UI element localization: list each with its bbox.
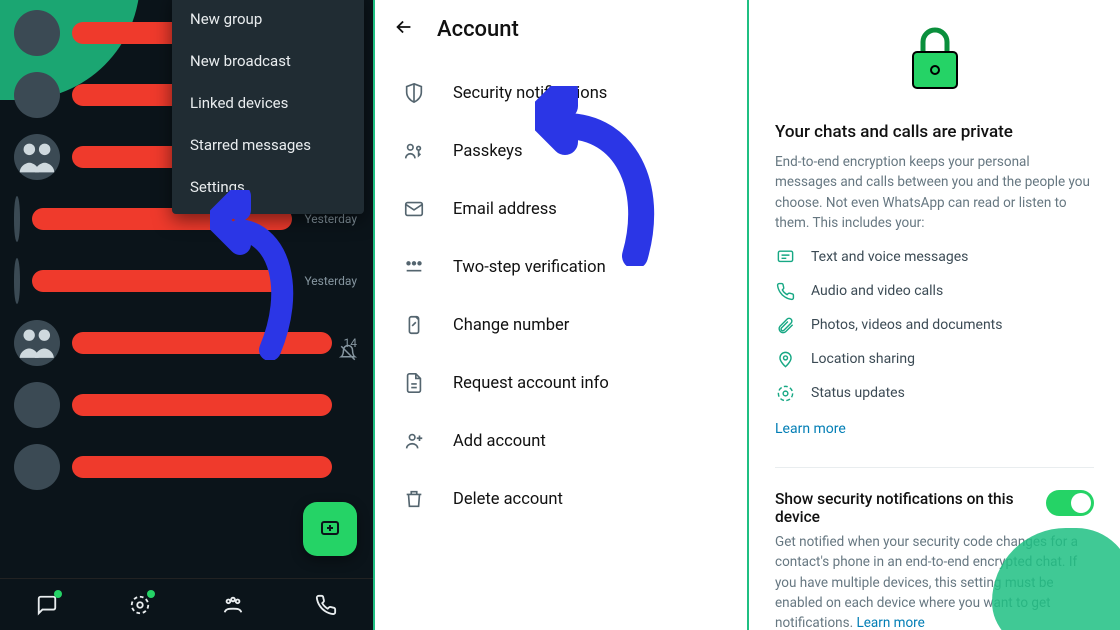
- tab-calls[interactable]: [305, 584, 347, 626]
- avatar: [14, 134, 60, 180]
- row-label: Change number: [453, 316, 569, 335]
- avatar: [14, 10, 60, 56]
- back-icon[interactable]: [393, 16, 415, 42]
- mute-icon: [339, 344, 357, 366]
- add-person-icon: [401, 428, 427, 454]
- chats-panel: Yesterday Yesterday 14 New group New bro…: [0, 0, 375, 630]
- location-icon: [775, 349, 795, 369]
- chat-row[interactable]: 14: [0, 312, 373, 374]
- account-panel: Account Security notifications Passkeys …: [375, 0, 747, 630]
- chat-row[interactable]: [0, 436, 373, 498]
- feature-row: Photos, videos and documents: [775, 315, 1094, 335]
- pin-icon: [401, 254, 427, 280]
- row-label: Passkeys: [453, 142, 523, 161]
- row-email-address[interactable]: Email address: [375, 180, 747, 238]
- menu-item-settings[interactable]: Settings: [172, 166, 364, 208]
- trash-icon: [401, 486, 427, 512]
- toggle-title: Show security notifications on this devi…: [775, 490, 1025, 526]
- redaction: [32, 270, 292, 292]
- row-request-account-info[interactable]: Request account info: [375, 354, 747, 412]
- paperclip-icon: [775, 315, 795, 335]
- row-label: Request account info: [453, 374, 609, 393]
- chat-time: Yesterday: [304, 212, 359, 226]
- tab-chats[interactable]: [26, 584, 68, 626]
- row-label: Add account: [453, 432, 546, 451]
- menu-item-new-group[interactable]: New group: [172, 0, 364, 40]
- avatar: [14, 382, 60, 428]
- redaction: [72, 394, 332, 416]
- avatar: [14, 72, 60, 118]
- feature-text: Photos, videos and documents: [811, 317, 1002, 333]
- document-icon: [401, 370, 427, 396]
- menu-item-new-broadcast[interactable]: New broadcast: [172, 40, 364, 82]
- chat-row[interactable]: Yesterday: [0, 250, 373, 312]
- chat-time: Yesterday: [304, 274, 359, 288]
- lock-illustration: [775, 0, 1094, 122]
- security-panel: Your chats and calls are private End-to-…: [747, 0, 1120, 630]
- feature-text: Status updates: [811, 385, 905, 401]
- security-heading: Your chats and calls are private: [775, 122, 1094, 142]
- menu-item-linked-devices[interactable]: Linked devices: [172, 82, 364, 124]
- message-icon: [775, 247, 795, 267]
- avatar: [14, 196, 20, 242]
- account-header: Account: [375, 0, 747, 64]
- feature-text: Location sharing: [811, 351, 915, 367]
- avatar: [14, 320, 60, 366]
- feature-row: Status updates: [775, 383, 1094, 403]
- account-title: Account: [437, 17, 519, 42]
- tab-updates[interactable]: [119, 584, 161, 626]
- phone-icon: [775, 281, 795, 301]
- feature-row: Audio and video calls: [775, 281, 1094, 301]
- redaction: [72, 332, 332, 354]
- avatar: [14, 444, 60, 490]
- avatar: [14, 258, 20, 304]
- feature-text: Audio and video calls: [811, 283, 943, 299]
- row-change-number[interactable]: Change number: [375, 296, 747, 354]
- mail-icon: [401, 196, 427, 222]
- learn-more-link[interactable]: Learn more: [856, 615, 924, 630]
- row-label: Email address: [453, 200, 557, 219]
- row-two-step-verification[interactable]: Two-step verification: [375, 238, 747, 296]
- overflow-menu: New group New broadcast Linked devices S…: [172, 0, 364, 214]
- row-label: Two-step verification: [453, 258, 606, 277]
- row-security-notifications[interactable]: Security notifications: [375, 64, 747, 122]
- new-chat-fab[interactable]: [303, 502, 357, 556]
- feature-row: Location sharing: [775, 349, 1094, 369]
- learn-more-link[interactable]: Learn more: [775, 421, 846, 437]
- feature-row: Text and voice messages: [775, 247, 1094, 267]
- bottom-nav: [0, 578, 373, 630]
- menu-item-starred-messages[interactable]: Starred messages: [172, 124, 364, 166]
- row-passkeys[interactable]: Passkeys: [375, 122, 747, 180]
- security-description: End-to-end encryption keeps your persona…: [775, 152, 1094, 233]
- security-notifications-toggle[interactable]: [1046, 490, 1094, 516]
- feature-text: Text and voice messages: [811, 249, 968, 265]
- redaction: [72, 456, 332, 478]
- row-label: Security notifications: [453, 84, 607, 103]
- passkey-icon: [401, 138, 427, 164]
- chat-row[interactable]: [0, 374, 373, 436]
- tab-communities[interactable]: [212, 584, 254, 626]
- row-add-account[interactable]: Add account: [375, 412, 747, 470]
- shield-icon: [401, 80, 427, 106]
- status-icon: [775, 383, 795, 403]
- row-delete-account[interactable]: Delete account: [375, 470, 747, 528]
- row-label: Delete account: [453, 490, 563, 509]
- sim-icon: [401, 312, 427, 338]
